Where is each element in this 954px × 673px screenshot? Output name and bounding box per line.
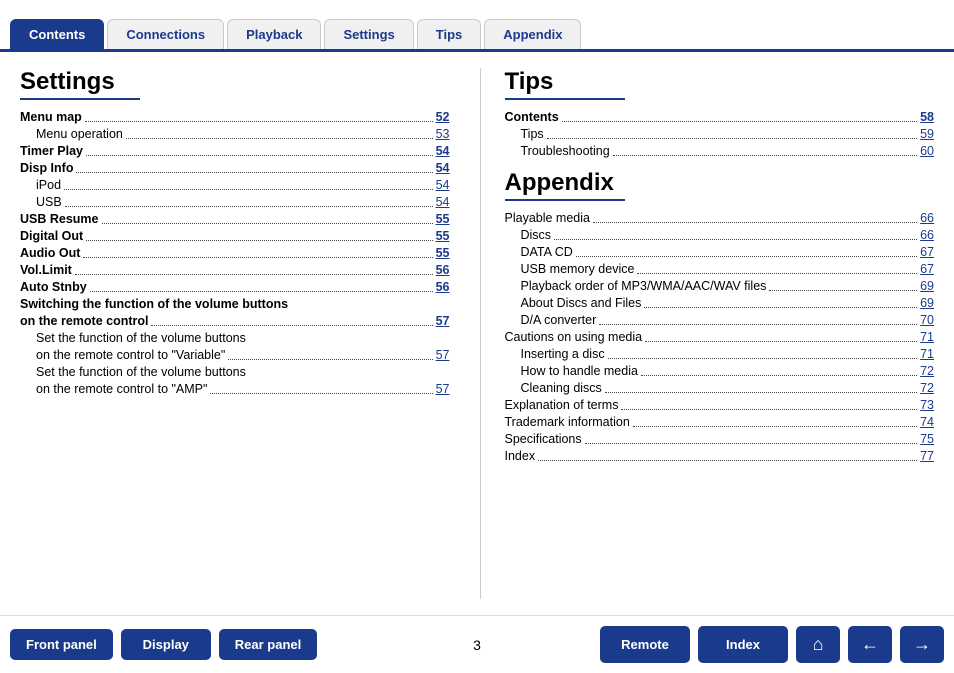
toc-item-menu-map: Menu map 52 — [20, 108, 450, 125]
toc-item-trademark: Trademark information 74 — [505, 413, 935, 430]
front-panel-button[interactable]: Front panel — [10, 629, 113, 660]
tips-toc: Contents 58 Tips 59 — [505, 108, 935, 159]
toc-item-discs: Discs 66 — [505, 226, 935, 243]
tips-title: Tips — [505, 68, 625, 100]
toc-item-menu-operation: Menu operation 53 — [20, 125, 450, 142]
toc-item-about-discs: About Discs and Files 69 — [505, 294, 935, 311]
toc-item-timer-play: Timer Play 54 — [20, 142, 450, 159]
toc-item-set-amp-2: on the remote control to "AMP" 57 — [20, 380, 450, 397]
toc-item-ipod: iPod 54 — [20, 176, 450, 193]
toc-item-explanation-terms: Explanation of terms 73 — [505, 396, 935, 413]
bottom-right-buttons: Remote Index ⌂ ← → — [600, 626, 944, 663]
toc-item-disp-info: Disp Info 54 — [20, 159, 450, 176]
toc-item-inserting-disc: Inserting a disc 71 — [505, 345, 935, 362]
forward-button[interactable]: → — [900, 626, 944, 663]
back-button[interactable]: ← — [848, 626, 892, 663]
toc-item-specifications: Specifications 75 — [505, 430, 935, 447]
main-content: Settings Menu map 52 — [0, 52, 954, 615]
tab-playback[interactable]: Playback — [227, 19, 321, 49]
toc-item-vol-limit: Vol.Limit 56 — [20, 261, 450, 278]
tips-appendix-section: Tips Contents 58 — [480, 68, 935, 599]
tab-tips[interactable]: Tips — [417, 19, 482, 49]
tab-contents[interactable]: Contents — [10, 19, 104, 49]
toc-item-switching-vol-2: on the remote control 57 — [20, 312, 450, 329]
forward-arrow-icon: → — [913, 634, 931, 655]
toc-item-da-converter: D/A converter 70 — [505, 311, 935, 328]
remote-button[interactable]: Remote — [600, 626, 690, 663]
toc-item-handle-media: How to handle media 72 — [505, 362, 935, 379]
tab-settings[interactable]: Settings — [324, 19, 413, 49]
display-button[interactable]: Display — [121, 629, 211, 660]
index-button[interactable]: Index — [698, 626, 788, 663]
tab-appendix[interactable]: Appendix — [484, 19, 581, 49]
toc-item-cautions-media: Cautions on using media 71 — [505, 328, 935, 345]
toc-item-usb-memory: USB memory device 67 — [505, 260, 935, 277]
settings-toc: Menu map 52 Menu operation 53 — [20, 108, 450, 397]
tips-section: Tips Contents 58 — [505, 68, 935, 159]
home-icon: ⌂ — [813, 634, 824, 655]
top-nav: Contents Connections Playback Settings T… — [0, 0, 954, 52]
toc-item-tips-troubleshooting: Troubleshooting 60 — [505, 142, 935, 159]
toc-item-audio-out: Audio Out 55 — [20, 244, 450, 261]
toc-item-usb-resume: USB Resume 55 — [20, 210, 450, 227]
toc-item-playback-order: Playback order of MP3/WMA/AAC/WAV files … — [505, 277, 935, 294]
bottom-nav: Front panel Display Rear panel 3 Remote … — [0, 615, 954, 673]
toc-item-index: Index 77 — [505, 447, 935, 464]
settings-section: Settings Menu map 52 — [20, 68, 450, 599]
toc-item-tips-tips: Tips 59 — [505, 125, 935, 142]
tab-connections[interactable]: Connections — [107, 19, 224, 49]
rear-panel-button[interactable]: Rear panel — [219, 629, 317, 660]
toc-item-digital-out: Digital Out 55 — [20, 227, 450, 244]
back-arrow-icon: ← — [861, 634, 879, 655]
appendix-toc: Playable media 66 Discs 66 — [505, 209, 935, 464]
page-number: 3 — [473, 637, 481, 653]
toc-item-auto-stnby: Auto Stnby 56 — [20, 278, 450, 295]
toc-item-set-variable-1: Set the function of the volume buttons — [20, 329, 450, 346]
toc-item-playable-media: Playable media 66 — [505, 209, 935, 226]
toc-item-set-amp-1: Set the function of the volume buttons — [20, 363, 450, 380]
appendix-section: Appendix Playable media 66 — [505, 169, 935, 464]
home-button[interactable]: ⌂ — [796, 626, 840, 663]
toc-item-tips-contents: Contents 58 — [505, 108, 935, 125]
toc-item-set-variable-2: on the remote control to "Variable" 57 — [20, 346, 450, 363]
bottom-left-buttons: Front panel Display Rear panel — [10, 629, 317, 660]
toc-item-cleaning-discs: Cleaning discs 72 — [505, 379, 935, 396]
toc-item-data-cd: DATA CD 67 — [505, 243, 935, 260]
settings-title: Settings — [20, 68, 140, 100]
toc-item-usb: USB 54 — [20, 193, 450, 210]
appendix-title: Appendix — [505, 169, 625, 201]
toc-item-switching-vol-1: Switching the function of the volume but… — [20, 295, 450, 312]
